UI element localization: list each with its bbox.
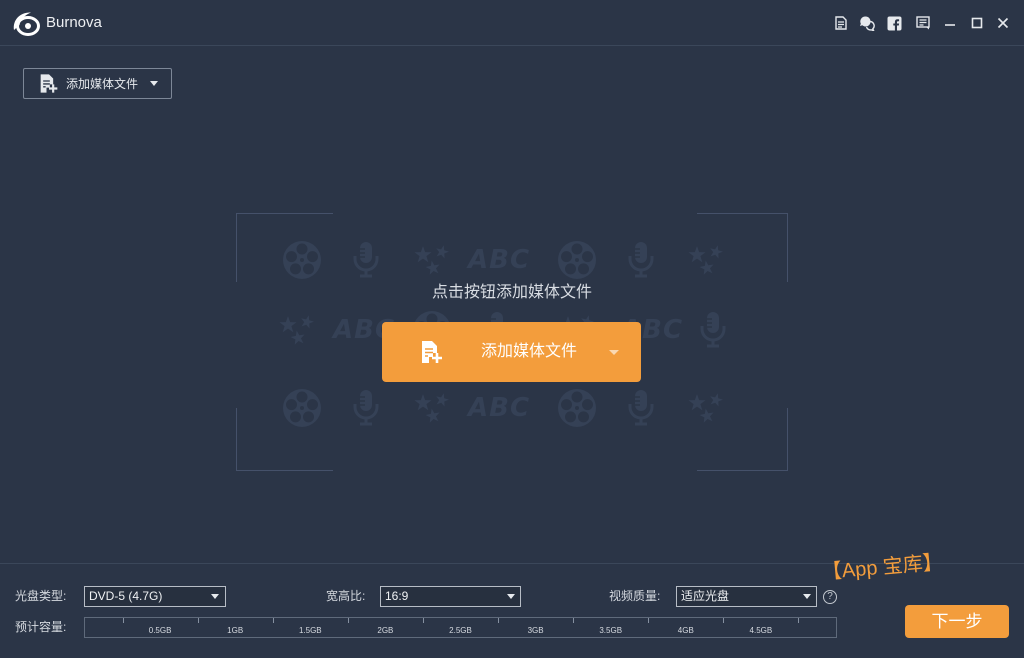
capacity-tick-mark [648, 618, 650, 623]
disc-type-label: 光盘类型: [15, 589, 67, 603]
add-media-label: 添加媒体文件 [66, 77, 139, 91]
help-icon[interactable]: ? [823, 590, 837, 604]
add-media-main-button[interactable]: 添加媒体文件 [382, 322, 641, 382]
add-file-icon [39, 73, 59, 94]
maximize-icon[interactable] [969, 15, 985, 31]
capacity-tick-mark [122, 618, 124, 623]
capacity-tick-label: 3GB [527, 626, 544, 635]
add-media-main-label: 添加媒体文件 [481, 343, 578, 360]
dropzone-hint: 点击按钮添加媒体文件 [431, 284, 592, 301]
film-reel-icon [282, 388, 322, 428]
aspect-ratio-label: 宽高比: [326, 589, 366, 603]
microphone-icon [352, 241, 380, 279]
abc-pattern-text: ABC [468, 245, 531, 275]
capacity-tick-label: 1.5GB [298, 626, 322, 635]
capacity-tick-mark [422, 618, 424, 623]
disc-type-value: DVD-5 (4.7G) [89, 589, 163, 603]
minimize-icon[interactable] [942, 15, 958, 31]
chevron-down-icon [803, 594, 811, 599]
chevron-down-icon [211, 594, 219, 599]
capacity-tick-label: 4GB [677, 626, 694, 635]
abc-pattern-text: ABC [468, 393, 531, 423]
stars-icon [278, 313, 316, 347]
stars-icon [687, 243, 725, 277]
menu-icon[interactable] [915, 15, 931, 31]
capacity-tick-label: 0.5GB [148, 626, 172, 635]
capacity-tick-label: 3.5GB [599, 626, 623, 635]
capacity-tick-label: 2GB [377, 626, 394, 635]
capacity-tick-mark [798, 618, 800, 623]
stars-icon [687, 391, 725, 425]
chevron-down-icon [507, 594, 515, 599]
capacity-tick-mark [347, 618, 349, 623]
microphone-icon [352, 389, 380, 427]
capacity-tick-mark [272, 618, 274, 623]
stars-icon [413, 243, 451, 277]
caret-down-icon[interactable] [150, 81, 158, 86]
microphone-icon [627, 241, 655, 279]
capacity-tick-label: 4.5GB [749, 626, 773, 635]
add-media-button[interactable]: 添加媒体文件 [23, 68, 172, 99]
capacity-tick-mark [498, 618, 500, 623]
aspect-ratio-select[interactable]: 16:9 [380, 586, 521, 607]
feedback-icon[interactable] [859, 15, 875, 31]
watermark-text: 【App 宝库】 [821, 551, 944, 584]
add-file-icon [420, 340, 444, 364]
capacity-bar: 0.5GB 1GB 1.5GB 2GB 2.5GB 3GB 3.5GB 4GB 4.5GB [84, 617, 837, 638]
capacity-tick-label: 1GB [227, 626, 244, 635]
next-step-button[interactable]: 下一步 [905, 605, 1009, 638]
burnova-logo-icon [11, 9, 41, 37]
video-quality-select[interactable]: 适应光盘 [676, 586, 817, 607]
file-icon[interactable] [833, 15, 849, 31]
film-reel-icon [282, 240, 322, 280]
film-reel-icon [557, 388, 597, 428]
microphone-icon [627, 389, 655, 427]
film-reel-icon [557, 240, 597, 280]
title-bar[interactable]: Burnova [0, 0, 1024, 46]
capacity-tick-mark [197, 618, 199, 623]
capacity-tick-label: 2.5GB [449, 626, 472, 635]
app-title: Burnova [46, 14, 102, 31]
capacity-tick-mark [723, 618, 725, 623]
video-quality-label: 视频质量: [609, 589, 661, 603]
capacity-label: 预计容量: [15, 620, 67, 634]
microphone-icon [699, 311, 727, 349]
facebook-icon[interactable] [886, 15, 902, 31]
caret-down-icon[interactable] [609, 350, 619, 355]
stars-icon [413, 391, 451, 425]
close-icon[interactable] [995, 15, 1011, 31]
aspect-ratio-value: 16:9 [385, 589, 409, 603]
capacity-tick-mark [573, 618, 575, 623]
disc-type-select[interactable]: DVD-5 (4.7G) [84, 586, 226, 607]
video-quality-value: 适应光盘 [681, 589, 730, 603]
